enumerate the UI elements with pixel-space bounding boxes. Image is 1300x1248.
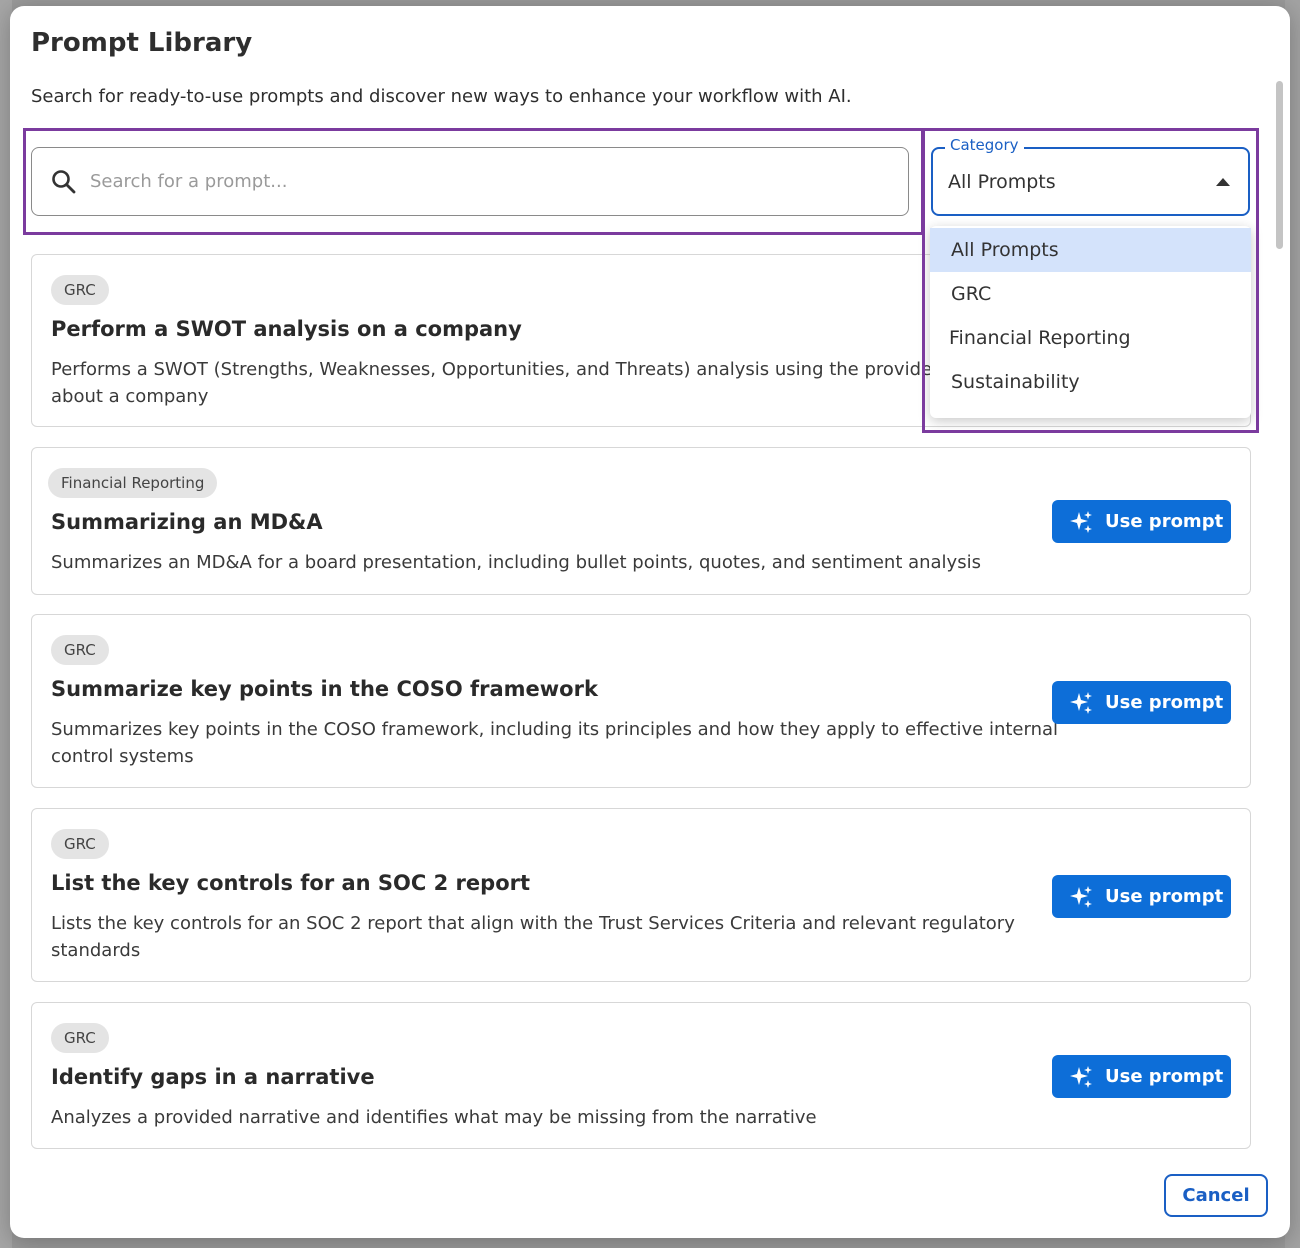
use-prompt-label: Use prompt: [1105, 886, 1224, 907]
category-tag: GRC: [51, 635, 109, 665]
prompt-description: Lists the key controls for an SOC 2 repo…: [51, 910, 1015, 964]
search-highlight-outline: [23, 128, 924, 235]
modal-title: Prompt Library: [31, 28, 253, 58]
prompt-card: Financial Reporting Summarizing an MD&A …: [31, 447, 1251, 595]
use-prompt-label: Use prompt: [1105, 692, 1224, 713]
prompt-title: Identify gaps in a narrative: [51, 1065, 375, 1089]
sparkle-icon: [1070, 1065, 1092, 1088]
prompt-card: GRC List the key controls for an SOC 2 r…: [31, 808, 1251, 982]
sparkle-icon: [1070, 885, 1092, 908]
use-prompt-label: Use prompt: [1105, 511, 1224, 532]
prompt-description-line: standards: [51, 940, 141, 961]
sparkle-icon: [1070, 691, 1092, 714]
prompt-description-line: control systems: [51, 746, 194, 767]
prompt-description-line: Summarizes key points in the COSO framew…: [51, 719, 1059, 740]
category-tag: Financial Reporting: [48, 468, 218, 498]
sparkle-icon: [1070, 510, 1092, 533]
use-prompt-label: Use prompt: [1105, 1066, 1224, 1087]
prompt-description: Analyzes a provided narrative and identi…: [51, 1104, 817, 1131]
prompt-description: Summarizes an MD&A for a board presentat…: [51, 549, 981, 576]
prompt-title: List the key controls for an SOC 2 repor…: [51, 871, 531, 895]
modal-subtitle: Search for ready-to-use prompts and disc…: [31, 86, 852, 107]
category-highlight-outline: [922, 128, 1259, 433]
prompt-library-modal: Prompt Library Search for ready-to-use p…: [10, 6, 1290, 1238]
category-tag: GRC: [51, 829, 109, 859]
prompt-card: GRC Summarize key points in the COSO fra…: [31, 614, 1251, 788]
prompt-description: Summarizes key points in the COSO framew…: [51, 716, 1058, 770]
prompt-description-line: Lists the key controls for an SOC 2 repo…: [51, 913, 1015, 934]
prompt-title: Summarizing an MD&A: [51, 510, 323, 534]
prompt-card: GRC Identify gaps in a narrative Analyze…: [31, 1002, 1251, 1149]
use-prompt-button[interactable]: Use prompt: [1052, 1055, 1231, 1098]
use-prompt-button[interactable]: Use prompt: [1052, 681, 1231, 724]
category-tag: GRC: [51, 1023, 109, 1053]
prompt-description: Performs a SWOT (Strengths, Weaknesses, …: [51, 356, 972, 410]
cancel-button[interactable]: Cancel: [1164, 1174, 1268, 1217]
prompt-description-line: about a company: [51, 386, 209, 407]
prompt-description-line: Summarizes an MD&A for a board presentat…: [51, 552, 981, 573]
prompt-description-line: Analyzes a provided narrative and identi…: [51, 1107, 817, 1128]
prompt-description-line: Performs a SWOT (Strengths, Weaknesses, …: [51, 359, 972, 380]
use-prompt-button[interactable]: Use prompt: [1052, 500, 1231, 543]
category-tag: GRC: [51, 275, 109, 305]
use-prompt-button[interactable]: Use prompt: [1052, 875, 1231, 918]
prompt-title: Summarize key points in the COSO framewo…: [51, 677, 598, 701]
scrollbar-thumb[interactable]: [1276, 81, 1283, 249]
prompt-title: Perform a SWOT analysis on a company: [51, 317, 522, 341]
